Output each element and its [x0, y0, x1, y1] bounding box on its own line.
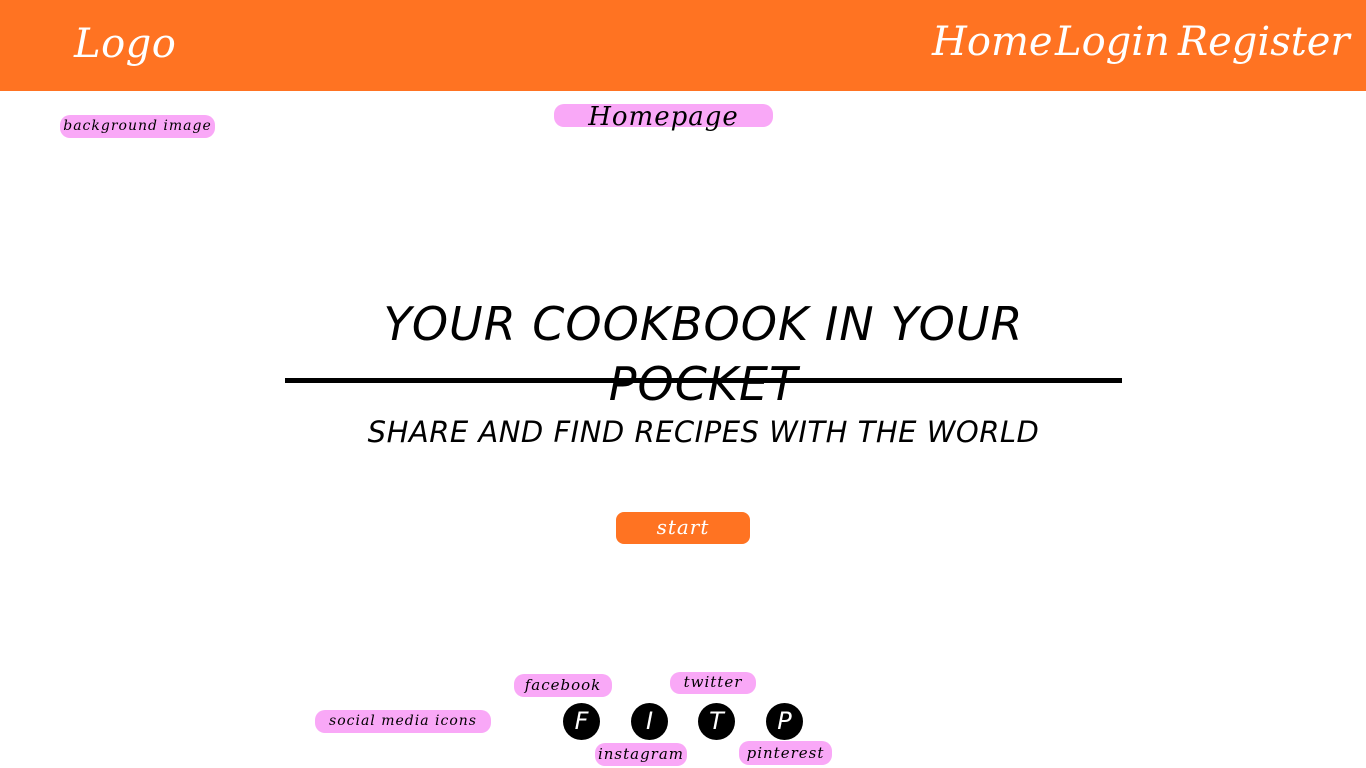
start-button[interactable]: start — [616, 512, 750, 544]
hero-title: YOUR COOKBOOK IN YOUR POCKET — [383, 297, 1024, 411]
nav-register-link[interactable]: Register — [1178, 16, 1350, 68]
site-header: Logo Home Login Register — [0, 0, 1366, 91]
nav-login-link[interactable]: Login — [1055, 16, 1170, 68]
hero-divider — [285, 378, 1122, 383]
annotation-social-media-icons: social media icons — [315, 710, 491, 733]
hero-subtitle: SHARE AND FIND RECIPES WITH THE WORLD — [367, 415, 1040, 449]
pinterest-icon[interactable]: P — [766, 703, 803, 740]
twitter-icon[interactable]: T — [698, 703, 735, 740]
nav-home-link[interactable]: Home — [932, 16, 1053, 68]
annotation-homepage: Homepage — [554, 104, 773, 130]
annotation-background-image: background image — [60, 115, 215, 138]
facebook-icon[interactable]: F — [563, 703, 600, 740]
logo[interactable]: Logo — [74, 18, 176, 70]
annotation-twitter: twitter — [670, 672, 756, 694]
annotation-facebook: facebook — [514, 674, 612, 697]
annotation-instagram: instagram — [595, 743, 687, 766]
instagram-icon[interactable]: I — [631, 703, 668, 740]
annotation-pinterest: pinterest — [739, 741, 832, 765]
